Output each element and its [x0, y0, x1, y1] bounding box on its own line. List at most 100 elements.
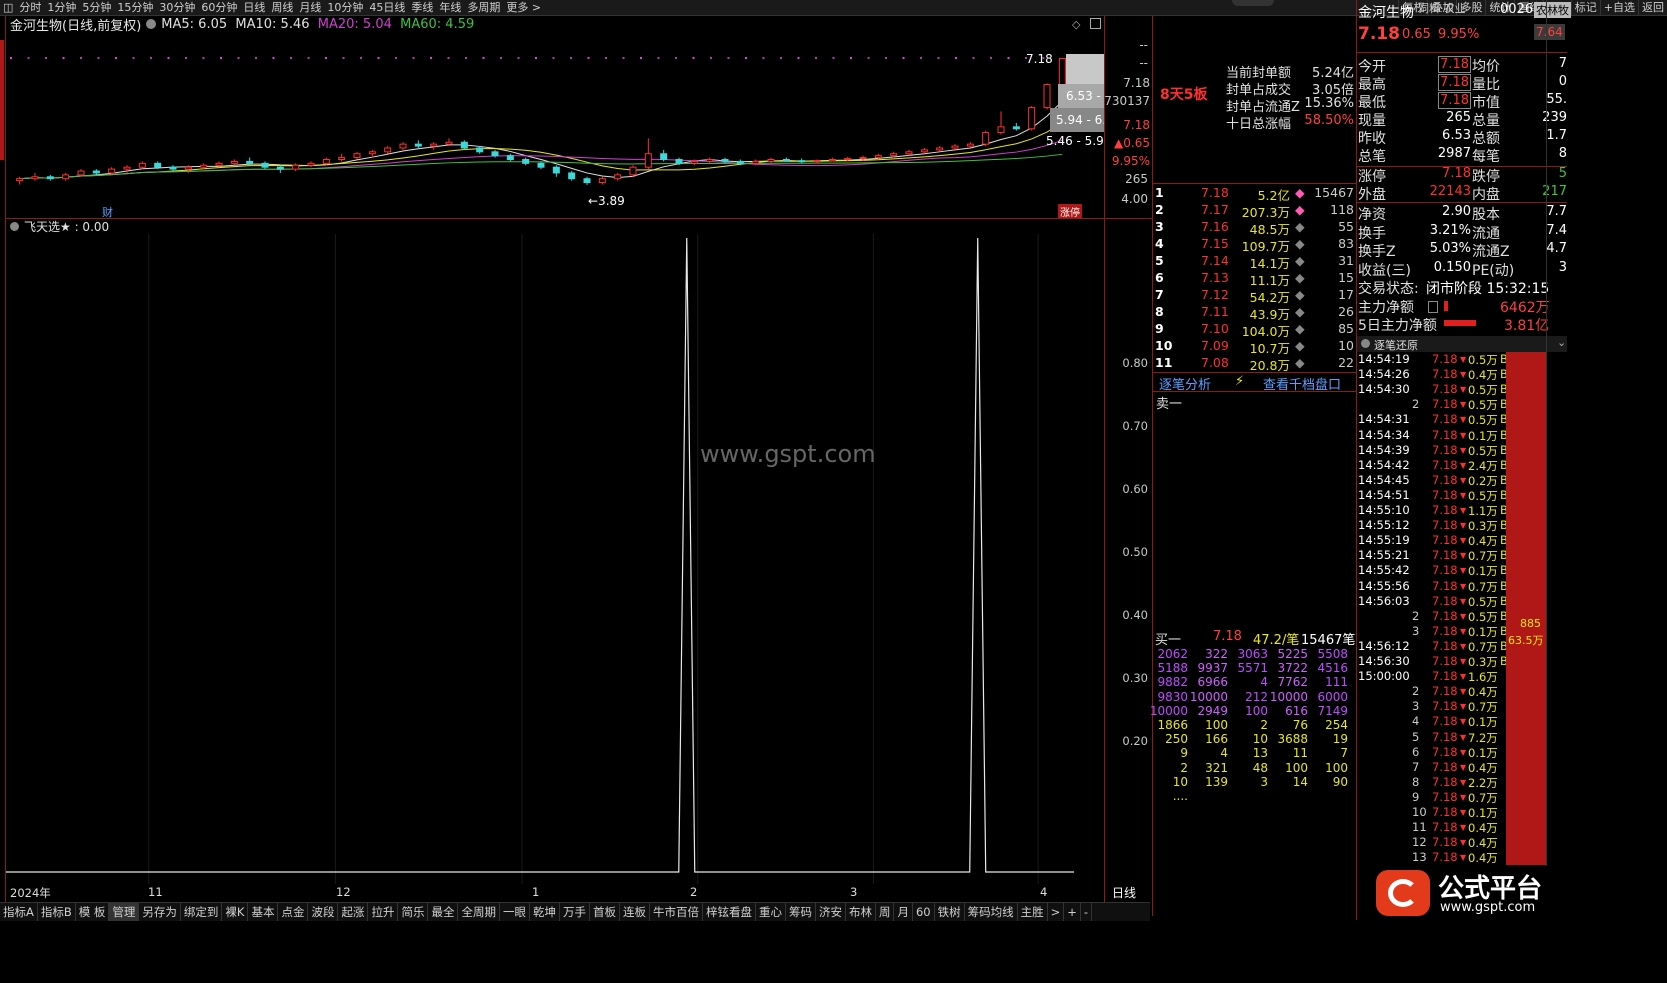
period-tab-12[interactable]: 年线 — [436, 0, 464, 15]
candle-body[interactable] — [844, 157, 852, 160]
candle-body[interactable] — [77, 170, 85, 176]
diamond-icon[interactable]: ◇ — [1072, 18, 1080, 31]
indicator-tab-21[interactable]: 梓铉看盘 — [703, 903, 756, 921]
indicator-tab-28[interactable]: 60 — [913, 903, 935, 921]
candle-body[interactable] — [338, 157, 346, 161]
candle-body[interactable] — [445, 141, 453, 145]
limit-up-marker[interactable]: 涨停 — [1058, 204, 1082, 219]
period-tab-7[interactable]: 周线 — [268, 0, 296, 15]
candle-body[interactable] — [936, 147, 944, 151]
indicator-tab-1[interactable]: 指标B — [38, 903, 76, 921]
period-tab-8[interactable]: 月线 — [296, 0, 324, 15]
candle-body[interactable] — [874, 155, 882, 159]
candle-body[interactable] — [736, 160, 744, 164]
period-tab-9[interactable]: 10分钟 — [324, 0, 366, 15]
candle-body[interactable] — [522, 159, 530, 164]
candle-body[interactable] — [384, 147, 392, 153]
indicator-tab-29[interactable]: 铁树 — [935, 903, 965, 921]
candle-body[interactable] — [460, 141, 468, 149]
orderbook-row[interactable]: 8 7.11 43.9万 ◆ 26 — [1153, 304, 1356, 322]
indicator-tab-14[interactable]: 全周期 — [458, 903, 500, 921]
indicator-tab-3[interactable]: 管理 — [109, 903, 140, 921]
tick-analysis-link[interactable]: 逐笔分析 — [1159, 374, 1211, 393]
candle-body[interactable] — [905, 151, 913, 155]
candle-body[interactable] — [537, 162, 545, 168]
period-tab-3[interactable]: 15分钟 — [114, 0, 156, 15]
orderbook-row[interactable]: 10 7.09 10.7万 ◆ 10 — [1153, 338, 1356, 356]
indicator-tab-11[interactable]: 拉升 — [368, 903, 399, 921]
indicator-tab-27[interactable]: 月 — [894, 903, 913, 921]
indicator-tab-20[interactable]: 牛市百倍 — [650, 903, 703, 921]
candle-body[interactable] — [568, 172, 576, 180]
indicator-tab-4[interactable]: 另存为 — [139, 903, 181, 921]
orderbook-row[interactable]: 3 7.16 48.5万 ◆ 55 — [1153, 219, 1356, 237]
candle-body[interactable] — [215, 162, 223, 166]
indicator-tab-12[interactable]: 简乐 — [398, 903, 429, 921]
candle-body[interactable] — [368, 151, 376, 155]
orderbook-row[interactable]: 2 7.17 207.3万 ◆ 118 — [1153, 202, 1356, 220]
indicator-tab-19[interactable]: 连板 — [620, 903, 650, 921]
candle-body[interactable] — [184, 166, 192, 170]
candle-body[interactable] — [307, 162, 315, 166]
candle-body[interactable] — [614, 174, 622, 180]
panel-handle[interactable] — [1232, 0, 1274, 6]
indicator-toggle-icon[interactable] — [10, 222, 19, 231]
candle-body[interactable] — [414, 143, 422, 147]
indicator-tab-2[interactable]: 模 板 — [76, 903, 110, 921]
candle-body[interactable] — [62, 174, 70, 180]
candle-body[interactable] — [261, 162, 269, 168]
candle-body[interactable] — [675, 159, 683, 164]
candle-body[interactable] — [16, 178, 24, 182]
indicator-tab-7[interactable]: 基本 — [248, 903, 279, 921]
candle-body[interactable] — [767, 159, 775, 162]
candle-body[interactable] — [966, 143, 974, 147]
indicator-tab-25[interactable]: 布林 — [846, 903, 876, 921]
candle-body[interactable] — [951, 145, 959, 149]
period-tab-2[interactable]: 5分钟 — [79, 0, 114, 15]
candle-body[interactable] — [782, 159, 790, 162]
candle-body[interactable] — [200, 164, 208, 168]
tick-toggle-icon[interactable] — [1361, 339, 1370, 348]
indicator-chart[interactable] — [6, 234, 1104, 884]
indicator-tab-34[interactable]: - — [1081, 903, 1093, 921]
candle-body[interactable] — [108, 168, 116, 174]
indicator-tab-5[interactable]: 绑定到 — [181, 903, 223, 921]
indicator-tab-33[interactable]: + — [1064, 903, 1081, 921]
candle-body[interactable] — [859, 157, 867, 160]
indicator-tab-15[interactable]: 一眼 — [500, 903, 530, 921]
candle-body[interactable] — [46, 176, 54, 180]
period-tab-13[interactable]: 多周期 — [464, 0, 503, 15]
candle-body[interactable] — [982, 132, 990, 145]
indicator-tab-30[interactable]: 筹码均线 — [965, 903, 1018, 921]
indicator-tab-8[interactable]: 点金 — [278, 903, 309, 921]
indicator-tab-18[interactable]: 首板 — [590, 903, 620, 921]
period-tab-4[interactable]: 30分钟 — [156, 0, 198, 15]
period-tab-5[interactable]: 60分钟 — [198, 0, 240, 15]
window-icon[interactable] — [1090, 18, 1101, 29]
orderbook-row[interactable]: 9 7.10 104.0万 ◆ 85 — [1153, 321, 1356, 339]
period-tab-1[interactable]: 1分钟 — [44, 0, 79, 15]
candle-body[interactable] — [353, 153, 361, 159]
settings-circle-icon[interactable] — [146, 19, 157, 29]
candle-body[interactable] — [138, 162, 146, 168]
sector-badge[interactable]: 农林牧 — [1534, 2, 1571, 18]
period-tab-0[interactable]: 分时 — [16, 0, 44, 15]
candle-body[interactable] — [322, 159, 330, 164]
candle-body[interactable] — [1043, 84, 1051, 109]
candle-body[interactable] — [476, 147, 484, 153]
indicator-tab-31[interactable]: 主胜 — [1018, 903, 1048, 921]
candlestick-chart[interactable] — [6, 32, 1104, 218]
candle-body[interactable] — [31, 176, 39, 180]
indicator-tab-9[interactable]: 波段 — [308, 903, 339, 921]
indicator-tab-26[interactable]: 周 — [876, 903, 895, 921]
period-tab-6[interactable]: 日线 — [240, 0, 268, 15]
orderbook-row[interactable]: 6 7.13 11.1万 ◆ 15 — [1153, 270, 1356, 288]
candle-body[interactable] — [828, 159, 836, 162]
indicator-tab-6[interactable]: 裸K — [222, 903, 249, 921]
candle-body[interactable] — [292, 164, 300, 170]
candle-body[interactable] — [169, 166, 177, 170]
indicator-tab-22[interactable]: 重心 — [756, 903, 786, 921]
period-tab-11[interactable]: 季线 — [408, 0, 436, 15]
indicator-tab-23[interactable]: 筹码 — [786, 903, 816, 921]
candle-body[interactable] — [230, 160, 238, 164]
